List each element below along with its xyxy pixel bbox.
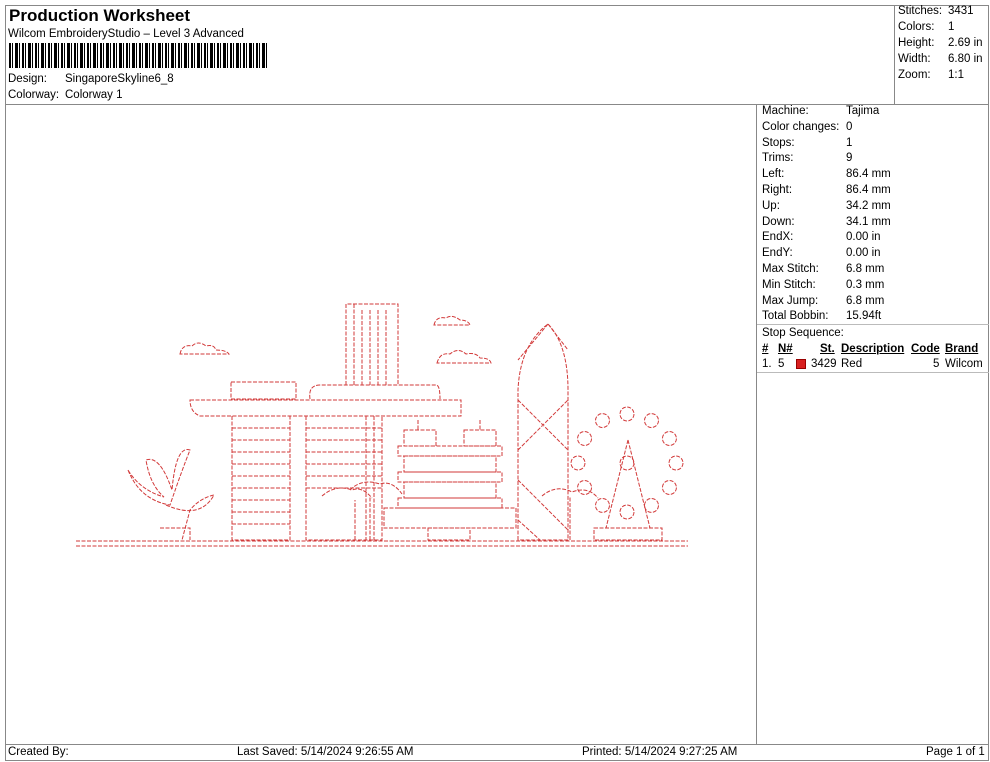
machine-row: EndY: 0.00 in xyxy=(762,247,881,260)
divider xyxy=(757,324,989,325)
ferris-cabin xyxy=(644,413,659,429)
ferris-cabin xyxy=(595,413,610,429)
machine-row: Up: 34.2 mm xyxy=(762,199,891,212)
ferris-cabin xyxy=(595,497,610,513)
divider xyxy=(5,744,989,745)
stop-sequence-title: Stop Sequence: xyxy=(762,327,844,339)
machine-row: Color changes: 0 xyxy=(762,120,853,133)
stat-colors: Colors: 1 xyxy=(898,21,955,33)
pagoda xyxy=(383,420,517,541)
machine-row: EndX: 0.00 in xyxy=(762,231,881,244)
palm-tree xyxy=(541,488,599,540)
machine-row: Trims: 9 xyxy=(762,152,853,165)
marina-top xyxy=(230,381,441,400)
row-description: Red xyxy=(841,358,863,370)
palm-tree xyxy=(321,481,403,540)
machine-row: Min Stitch: 0.3 mm xyxy=(762,278,885,291)
machine-row: Total Bobbin: 15.94ft xyxy=(762,310,882,323)
page-number: Page 1 of 1 xyxy=(926,746,985,758)
ferris-wheel-cabins xyxy=(570,406,684,520)
machine-row: Left: 86.4 mm xyxy=(762,168,891,181)
col-st: St. xyxy=(820,343,835,355)
machine-row: Machine: Tajima xyxy=(762,105,880,117)
divider xyxy=(756,104,757,744)
ground-line xyxy=(76,540,688,547)
row-n: 5 xyxy=(778,358,785,370)
ferris-cabin xyxy=(668,455,684,471)
stat-height: Height: 2.69 in xyxy=(898,37,983,49)
machine-row: Down: 34.1 mm xyxy=(762,215,891,228)
color-swatch xyxy=(796,359,806,369)
col-code: Code xyxy=(911,343,940,355)
stat-zoom: Zoom: 1:1 xyxy=(898,69,964,81)
row-num: 1. xyxy=(762,358,772,370)
last-saved: Last Saved: 5/14/2024 9:26:55 AM xyxy=(237,746,414,758)
stat-width: Width: 6.80 in xyxy=(898,53,983,65)
divider xyxy=(894,5,895,104)
ferris-cabin xyxy=(661,431,677,446)
stat-stitches: Stitches: 3431 xyxy=(898,5,974,17)
ferris-cabin xyxy=(619,504,635,520)
design-preview xyxy=(76,303,688,547)
printed-date: Printed: 5/14/2024 9:27:25 AM xyxy=(582,746,738,758)
art-science-museum xyxy=(127,449,215,541)
row-stitches: 3429 xyxy=(811,358,837,370)
ferris-cabin xyxy=(619,406,635,422)
machine-row: Stops: 1 xyxy=(762,136,853,149)
row-code: 5 xyxy=(933,358,940,370)
col-description: Description xyxy=(841,343,905,355)
gherkin-tower xyxy=(517,323,569,541)
marina-building xyxy=(231,416,383,541)
col-num: # xyxy=(762,343,769,355)
ferris-cabin xyxy=(577,431,593,446)
row-brand: Wilcom xyxy=(945,358,983,370)
machine-row: Right: 86.4 mm xyxy=(762,184,891,196)
machine-row: Max Jump: 6.8 mm xyxy=(762,294,885,307)
created-by: Created By: xyxy=(8,746,69,758)
ferris-wheel xyxy=(593,439,663,541)
ferris-cabin xyxy=(644,497,659,513)
cloud xyxy=(433,315,471,326)
marina-tower xyxy=(345,303,399,385)
divider xyxy=(757,372,989,373)
ferris-cabin xyxy=(570,455,586,471)
cloud xyxy=(436,350,492,364)
col-brand: Brand xyxy=(945,343,979,355)
ferris-cabin xyxy=(661,480,677,495)
cloud xyxy=(179,342,231,355)
ferris-cabin xyxy=(577,480,593,495)
col-n: N# xyxy=(778,343,793,355)
marina-skypark xyxy=(189,399,462,417)
machine-row: Max Stitch: 6.8 mm xyxy=(762,263,885,275)
